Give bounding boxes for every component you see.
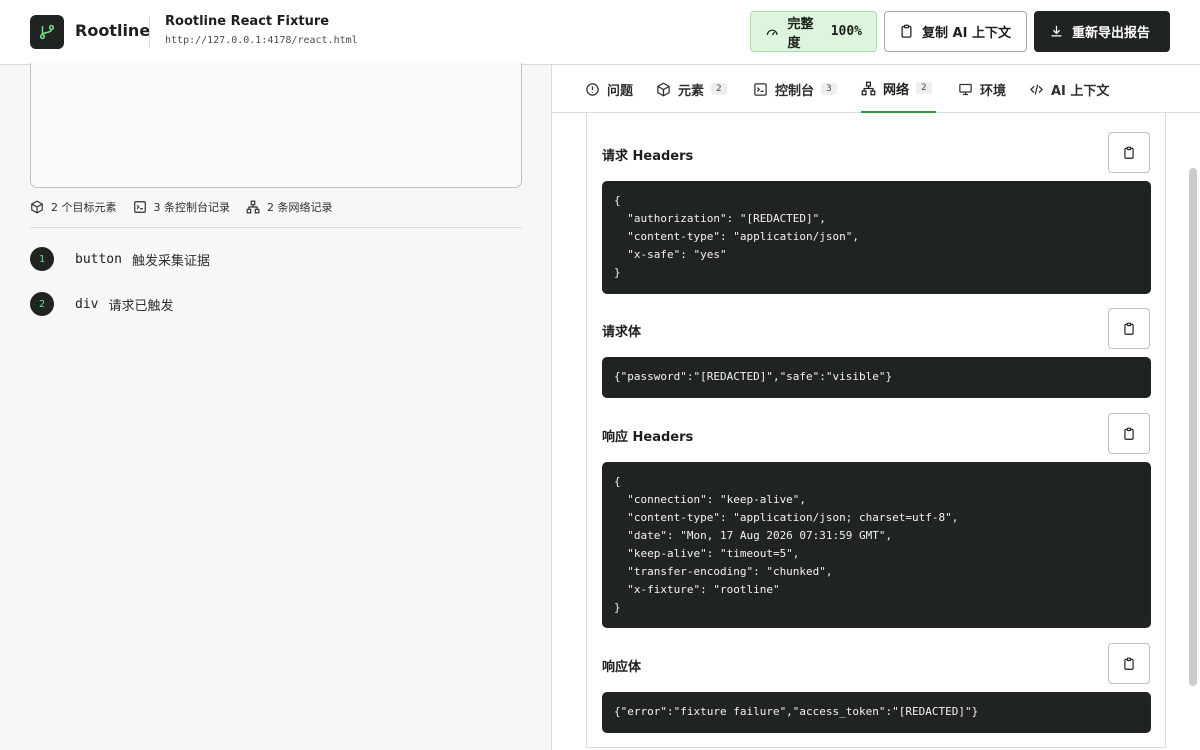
- stat-label: 2 个目标元素: [51, 201, 117, 214]
- element-tag: button: [75, 251, 122, 267]
- tab-label: 环境: [980, 83, 1007, 99]
- tab-label: 网络: [883, 82, 910, 98]
- copy-ai-context-label: 复制 AI 上下文: [922, 26, 1011, 41]
- tab-console[interactable]: 控制台 3: [753, 65, 837, 113]
- request-body-code: {"password":"[REDACTED]","safe":"visible…: [602, 357, 1151, 398]
- tab-badge: 2: [711, 83, 727, 95]
- app-header: Rootline Rootline React Fixture http://1…: [0, 0, 1200, 65]
- export-report-label: 重新导出报告: [1072, 26, 1151, 41]
- target-element-row[interactable]: 2 div 请求已触发: [30, 292, 174, 316]
- header-divider: [149, 16, 150, 48]
- brand-name: Rootline: [75, 21, 151, 40]
- tab-issues[interactable]: 问题: [585, 65, 633, 113]
- stat-network: 2 条网络记录: [246, 199, 333, 215]
- copy-response-body-button[interactable]: [1108, 643, 1150, 684]
- terminal-icon: [133, 201, 146, 213]
- completeness-button[interactable]: 完整度 100%: [750, 11, 877, 52]
- request-headers-code: { "authorization": "[REDACTED]", "conten…: [602, 181, 1151, 294]
- stat-targets: 2 个目标元素: [30, 199, 117, 215]
- tab-label: 问题: [607, 83, 634, 99]
- completeness-label: 完整度: [787, 16, 814, 51]
- left-panel: 2 个目标元素 3 条控制台记录 2 条网络记录 1 button 触发采集证据…: [0, 63, 552, 750]
- network-icon: [861, 81, 876, 95]
- response-headers-label: 响应 Headers: [602, 430, 694, 445]
- element-tag: div: [75, 296, 99, 312]
- stat-label: 2 条网络记录: [267, 201, 333, 214]
- element-number: 1: [30, 247, 54, 271]
- scrollbar[interactable]: [1189, 168, 1197, 686]
- tab-badge: 2: [916, 82, 932, 94]
- tab-label: AI 上下文: [1051, 83, 1110, 99]
- terminal-icon: [754, 82, 767, 96]
- export-report-button[interactable]: 重新导出报告: [1034, 11, 1170, 52]
- fixture-title: Rootline React Fixture: [165, 14, 330, 29]
- git-branch-icon: [39, 24, 55, 40]
- stats-bar: 2 个目标元素 3 条控制台记录 2 条网络记录: [30, 199, 333, 215]
- stat-console: 3 条控制台记录: [133, 199, 231, 215]
- monitor-icon: [959, 83, 972, 95]
- tab-ai-context[interactable]: AI 上下文: [1029, 65, 1109, 113]
- copy-request-headers-button[interactable]: [1108, 132, 1150, 173]
- alert-circle-icon: [586, 82, 599, 96]
- network-icon: [246, 200, 260, 214]
- copy-response-headers-button[interactable]: [1108, 413, 1150, 454]
- rootline-logo: [30, 15, 64, 49]
- element-text: 触发采集证据: [131, 253, 210, 269]
- fixture-url: http://127.0.0.1:4178/react.html: [165, 35, 358, 46]
- tab-bar: 问题 元素 2 控制台 3 网络 2 环境 AI 上下文: [552, 65, 1200, 113]
- tab-badge: 3: [821, 83, 837, 95]
- clipboard-icon: [1124, 146, 1134, 159]
- gauge-icon: [766, 29, 778, 35]
- code-icon: [1029, 83, 1044, 95]
- tab-network[interactable]: 网络 2: [861, 65, 936, 113]
- completeness-value: 100%: [830, 24, 862, 39]
- copy-request-body-button[interactable]: [1108, 308, 1150, 349]
- clipboard-icon: [1124, 322, 1134, 335]
- clipboard-icon: [901, 24, 912, 38]
- network-detail-panel: 请求 Headers { "authorization": "[REDACTED…: [586, 113, 1166, 748]
- cube-icon: [657, 82, 670, 96]
- request-body-label: 请求体: [602, 325, 642, 340]
- element-text: 请求已触发: [108, 298, 174, 314]
- right-panel: 问题 元素 2 控制台 3 网络 2 环境 AI 上下文 请求 Headers …: [552, 65, 1200, 750]
- tab-label: 控制台: [775, 83, 815, 99]
- clipboard-icon: [1124, 657, 1134, 670]
- stat-label: 3 条控制台记录: [153, 201, 231, 214]
- element-number: 2: [30, 292, 54, 316]
- tab-environment[interactable]: 环境: [958, 65, 1006, 113]
- notes-textarea[interactable]: [30, 63, 522, 188]
- download-icon: [1051, 25, 1062, 37]
- response-body-label: 响应体: [602, 660, 642, 675]
- target-element-row[interactable]: 1 button 触发采集证据: [30, 247, 210, 271]
- copy-ai-context-button[interactable]: 复制 AI 上下文: [884, 11, 1027, 52]
- tab-elements[interactable]: 元素 2: [656, 65, 727, 113]
- tab-label: 元素: [678, 83, 705, 99]
- clipboard-icon: [1124, 427, 1134, 440]
- left-divider: [30, 227, 522, 228]
- request-headers-label: 请求 Headers: [602, 149, 694, 164]
- cube-icon: [31, 200, 43, 214]
- response-body-code: {"error":"fixture failure","access_token…: [602, 692, 1151, 733]
- response-headers-code: { "connection": "keep-alive", "content-t…: [602, 462, 1151, 628]
